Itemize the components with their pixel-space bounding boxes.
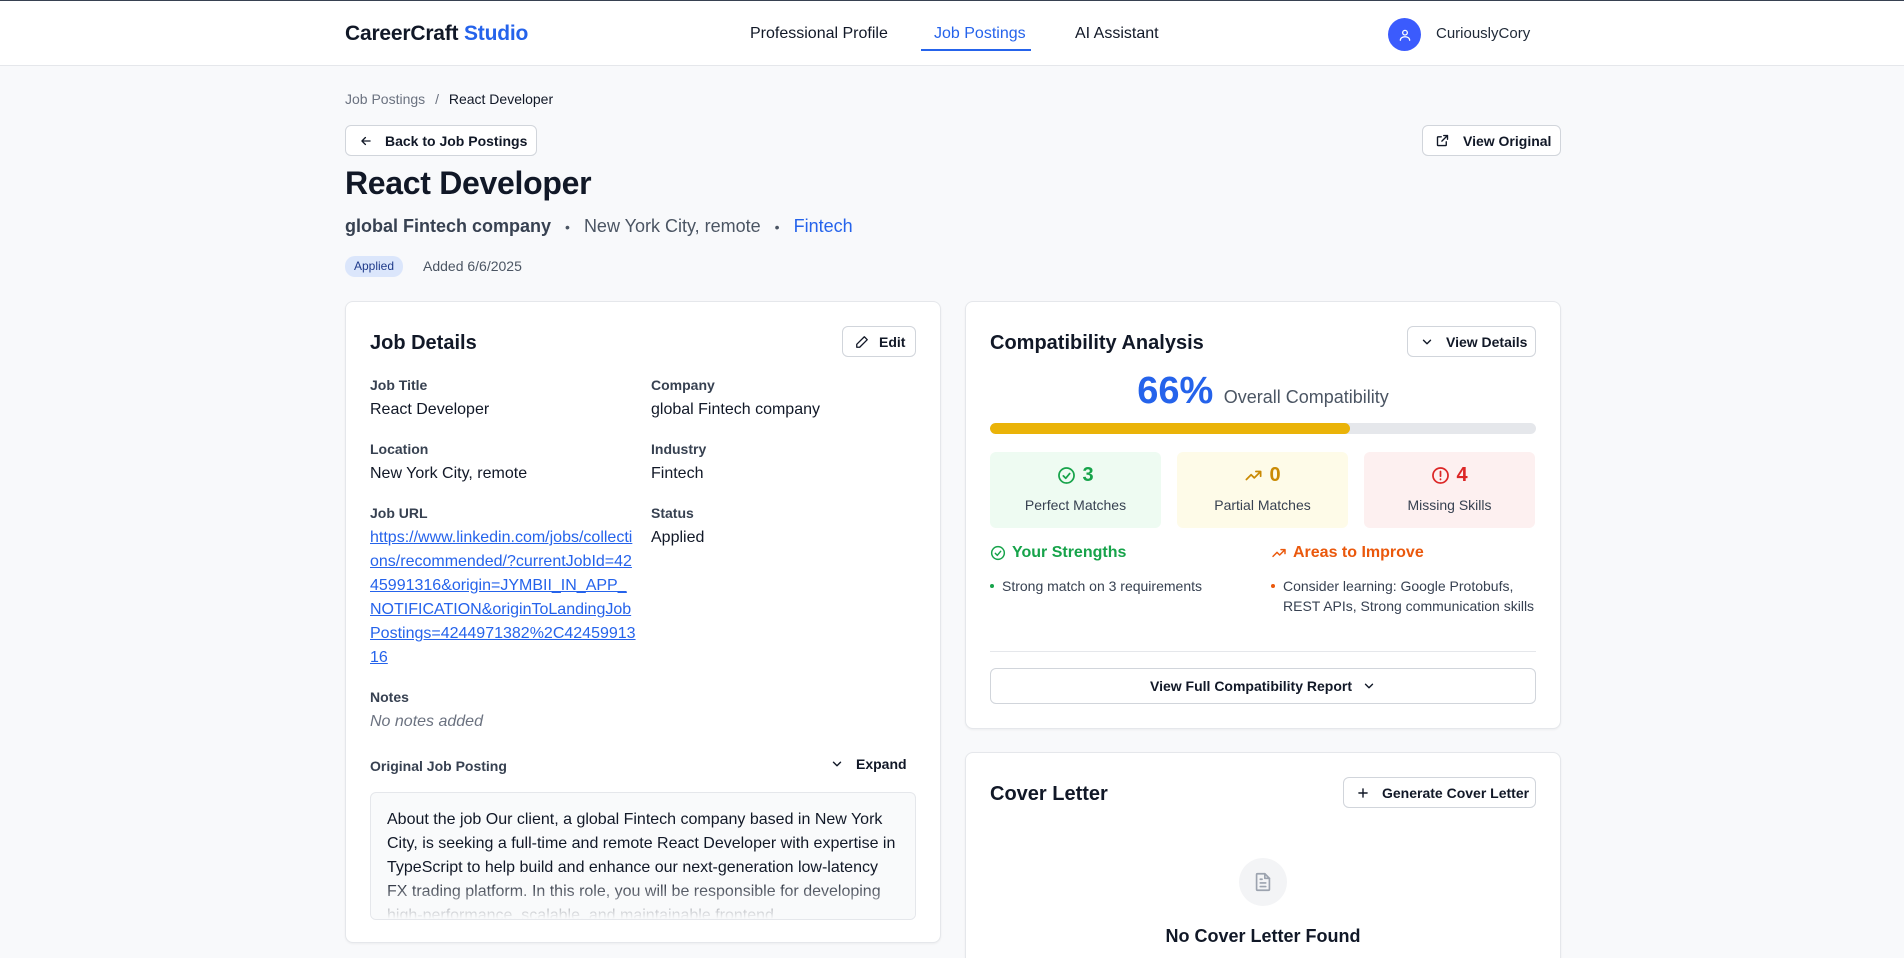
notes-empty-text: No notes added <box>370 713 483 730</box>
chevron-down-icon <box>1422 339 1432 344</box>
status-badge: Applied <box>345 256 404 277</box>
location-value: New York City, remote <box>370 465 528 482</box>
job-url-link[interactable]: https://www.linkedin.com/jobs/collection… <box>370 526 638 670</box>
top-navbar: CareerCraft Studio Professional Profile … <box>0 0 1904 66</box>
breadcrumb-current: React Developer <box>448 91 554 107</box>
full-report-label: View Full Compatibility Report <box>1150 678 1352 694</box>
missing-skills-count: 4 <box>1456 464 1468 486</box>
brand-accent: Studio <box>464 22 529 45</box>
username[interactable]: CuriouslyCory <box>1436 25 1530 42</box>
strengths-list: Strong match on 3 requirements <box>990 576 1250 596</box>
company-value: global Fintech company <box>651 401 820 418</box>
divider <box>990 651 1536 652</box>
generate-cover-letter-label: Generate Cover Letter <box>1382 784 1530 801</box>
improve-list: Consider learning: Google Protobufs, RES… <box>1271 576 1536 616</box>
compatibility-card: Compatibility Analysis View Details 66% … <box>965 301 1561 729</box>
industry-label: Industry <box>651 441 707 457</box>
view-full-report-button[interactable]: View Full Compatibility Report <box>990 668 1536 704</box>
missing-skills-label: Missing Skills <box>1407 497 1492 513</box>
check-circle-icon <box>1058 467 1076 484</box>
external-link-icon <box>1436 134 1449 147</box>
back-to-job-postings-button[interactable]: Back to Job Postings <box>345 125 537 156</box>
nav-active-indicator <box>921 49 1031 51</box>
industry-value: Fintech <box>651 465 704 482</box>
improve-heading: Areas to Improve <box>1271 544 1424 562</box>
nav-ai-assistant[interactable]: AI Assistant <box>1075 25 1159 43</box>
separator-dot: • <box>565 218 570 235</box>
cover-letter-card: Cover Letter Generate Cover Letter No Co… <box>965 752 1561 958</box>
nav-professional-profile[interactable]: Professional Profile <box>750 25 888 43</box>
perfect-matches-label: Perfect Matches <box>1024 497 1127 513</box>
view-details-button[interactable]: View Details <box>1407 326 1536 357</box>
strengths-heading-text: Your Strengths <box>1012 544 1127 561</box>
avatar[interactable] <box>1388 18 1421 51</box>
expand-label: Expand <box>856 756 907 772</box>
status-value: Applied <box>651 529 705 546</box>
view-original-button[interactable]: View Original <box>1422 125 1561 156</box>
partial-matches-label: Partial Matches <box>1214 497 1311 513</box>
job-location: New York City, remote <box>583 216 761 236</box>
brand-name: CareerCraft <box>345 22 459 45</box>
breadcrumb-separator: / <box>435 91 439 107</box>
nav-job-postings[interactable]: Job Postings <box>934 25 1026 43</box>
plus-icon <box>1358 787 1368 798</box>
score-label: Overall Compatibility <box>1223 387 1389 407</box>
expand-button[interactable]: Expand <box>830 756 907 772</box>
pencil-icon <box>856 335 868 348</box>
chevron-down-icon <box>832 761 842 767</box>
arrow-left-icon <box>361 136 371 145</box>
job-details-heading: Job Details <box>370 332 477 354</box>
trending-up-icon <box>1245 470 1262 481</box>
missing-skills-stat: 4 Missing Skills <box>1364 452 1535 528</box>
page-title: React Developer <box>345 165 592 201</box>
partial-matches-stat: 0 Partial Matches <box>1177 452 1348 528</box>
cover-letter-heading: Cover Letter <box>990 783 1108 805</box>
view-original-label: View Original <box>1463 132 1552 149</box>
job-url-label: Job URL <box>370 505 428 521</box>
brand-logo[interactable]: CareerCraft Studio <box>345 22 528 46</box>
added-date: Added 6/6/2025 <box>423 258 522 274</box>
notes-label: Notes <box>370 689 409 705</box>
company-name: global Fintech company <box>345 216 552 236</box>
chevron-down-icon <box>1364 683 1374 689</box>
location-label: Location <box>370 441 429 457</box>
improve-heading-text: Areas to Improve <box>1293 544 1424 561</box>
original-posting-label: Original Job Posting <box>370 758 507 774</box>
breadcrumb: Job Postings / React Developer <box>345 91 553 107</box>
edit-button[interactable]: Edit <box>842 326 916 357</box>
partial-matches-count: 0 <box>1269 464 1281 486</box>
status-label: Status <box>651 505 694 521</box>
perfect-matches-stat: 3 Perfect Matches <box>990 452 1161 528</box>
overall-score: 66% Overall Compatibility <box>966 370 1560 413</box>
edit-label: Edit <box>879 333 906 350</box>
fade-overlay <box>371 879 915 919</box>
job-details-card: Job Details Edit Job Title React Develop… <box>345 301 941 943</box>
score-percentage: 66% <box>1137 370 1214 412</box>
trending-up-icon <box>1272 548 1286 558</box>
check-circle-icon <box>990 545 1006 561</box>
generate-cover-letter-button[interactable]: Generate Cover Letter <box>1343 777 1536 808</box>
job-industry: Fintech <box>793 216 853 236</box>
job-title-value: React Developer <box>370 401 490 418</box>
strength-item: Strong match on 3 requirements <box>990 576 1250 596</box>
user-icon <box>1399 29 1410 41</box>
perfect-matches-count: 3 <box>1082 464 1094 486</box>
alert-circle-icon <box>1432 467 1450 484</box>
company-label: Company <box>651 377 715 393</box>
document-icon-wrapper <box>1239 858 1287 906</box>
document-icon <box>1255 872 1271 892</box>
no-cover-letter-title: No Cover Letter Found <box>1165 926 1361 946</box>
back-button-label: Back to Job Postings <box>385 132 528 149</box>
strengths-heading: Your Strengths <box>990 544 1126 562</box>
breadcrumb-parent[interactable]: Job Postings <box>345 91 425 107</box>
separator-dot: • <box>774 218 780 235</box>
progress-fill <box>990 423 1351 434</box>
compatibility-progress-bar <box>990 423 1536 434</box>
compatibility-heading: Compatibility Analysis <box>990 332 1204 354</box>
job-subtitle: global Fintech company • New York City, … <box>345 216 853 237</box>
original-posting-box[interactable]: About the job Our client, a global Finte… <box>370 792 916 920</box>
view-details-label: View Details <box>1446 333 1528 350</box>
improve-item: Consider learning: Google Protobufs, RES… <box>1271 576 1536 616</box>
job-title-label: Job Title <box>370 377 428 393</box>
